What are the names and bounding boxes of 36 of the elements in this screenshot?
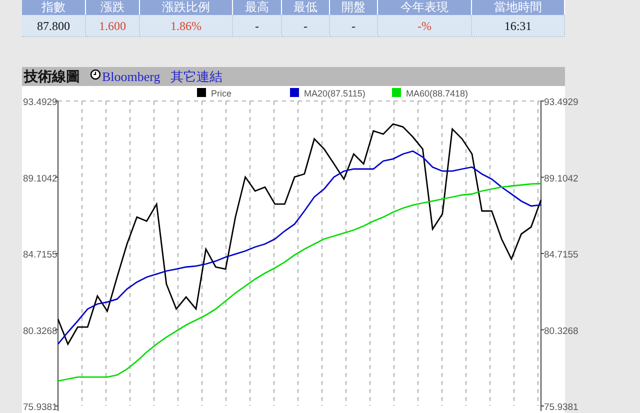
column-header: 開盤 (330, 0, 378, 15)
axis-label: 89.1042 (23, 173, 58, 184)
column-header: 指數 (22, 0, 86, 15)
table-cell: 87.800 (22, 15, 86, 37)
axis-label: 89.1042 (544, 173, 578, 184)
table-cell: 1.86% (140, 15, 233, 37)
legend-label: MA60(88.7418) (406, 88, 468, 98)
axis-label: 84.7155 (544, 250, 578, 260)
axis-label: 80.3268 (544, 326, 578, 337)
column-header: 最低 (282, 0, 330, 15)
table-cell: - (233, 15, 282, 37)
column-header: 漲跌比例 (140, 0, 233, 15)
panel-title: 技術線圖 (24, 68, 80, 86)
column-header: 最高 (233, 0, 282, 15)
table-cell: 16:31 (472, 15, 565, 37)
legend-label: MA20(87.5115) (304, 88, 366, 98)
legend-item: MA20(87.5115) (290, 88, 366, 98)
axis-label: 80.3268 (23, 326, 58, 337)
link[interactable]: Bloomberg (102, 68, 160, 84)
legend-item: MA60(88.7418) (392, 88, 468, 98)
table-cell: -% (378, 15, 472, 37)
axis-label: 75.9381 (23, 402, 58, 413)
column-header: 當地時間 (472, 0, 565, 15)
axis-label: 93.4929 (544, 97, 578, 108)
link[interactable]: 其它連結 (170, 68, 222, 86)
table-cell: - (282, 15, 330, 37)
column-header: 漲跌 (86, 0, 140, 15)
axis-label: 93.4929 (23, 97, 58, 108)
axis-label: 75.9381 (544, 402, 578, 413)
legend-label: Price (211, 88, 232, 98)
clock-icon (90, 69, 101, 80)
table-cell: - (330, 15, 378, 37)
table-cell: 1.600 (86, 15, 140, 37)
column-header: 今年表現 (378, 0, 472, 15)
legend-item: Price (197, 88, 232, 98)
axis-label: 84.7155 (23, 250, 58, 260)
